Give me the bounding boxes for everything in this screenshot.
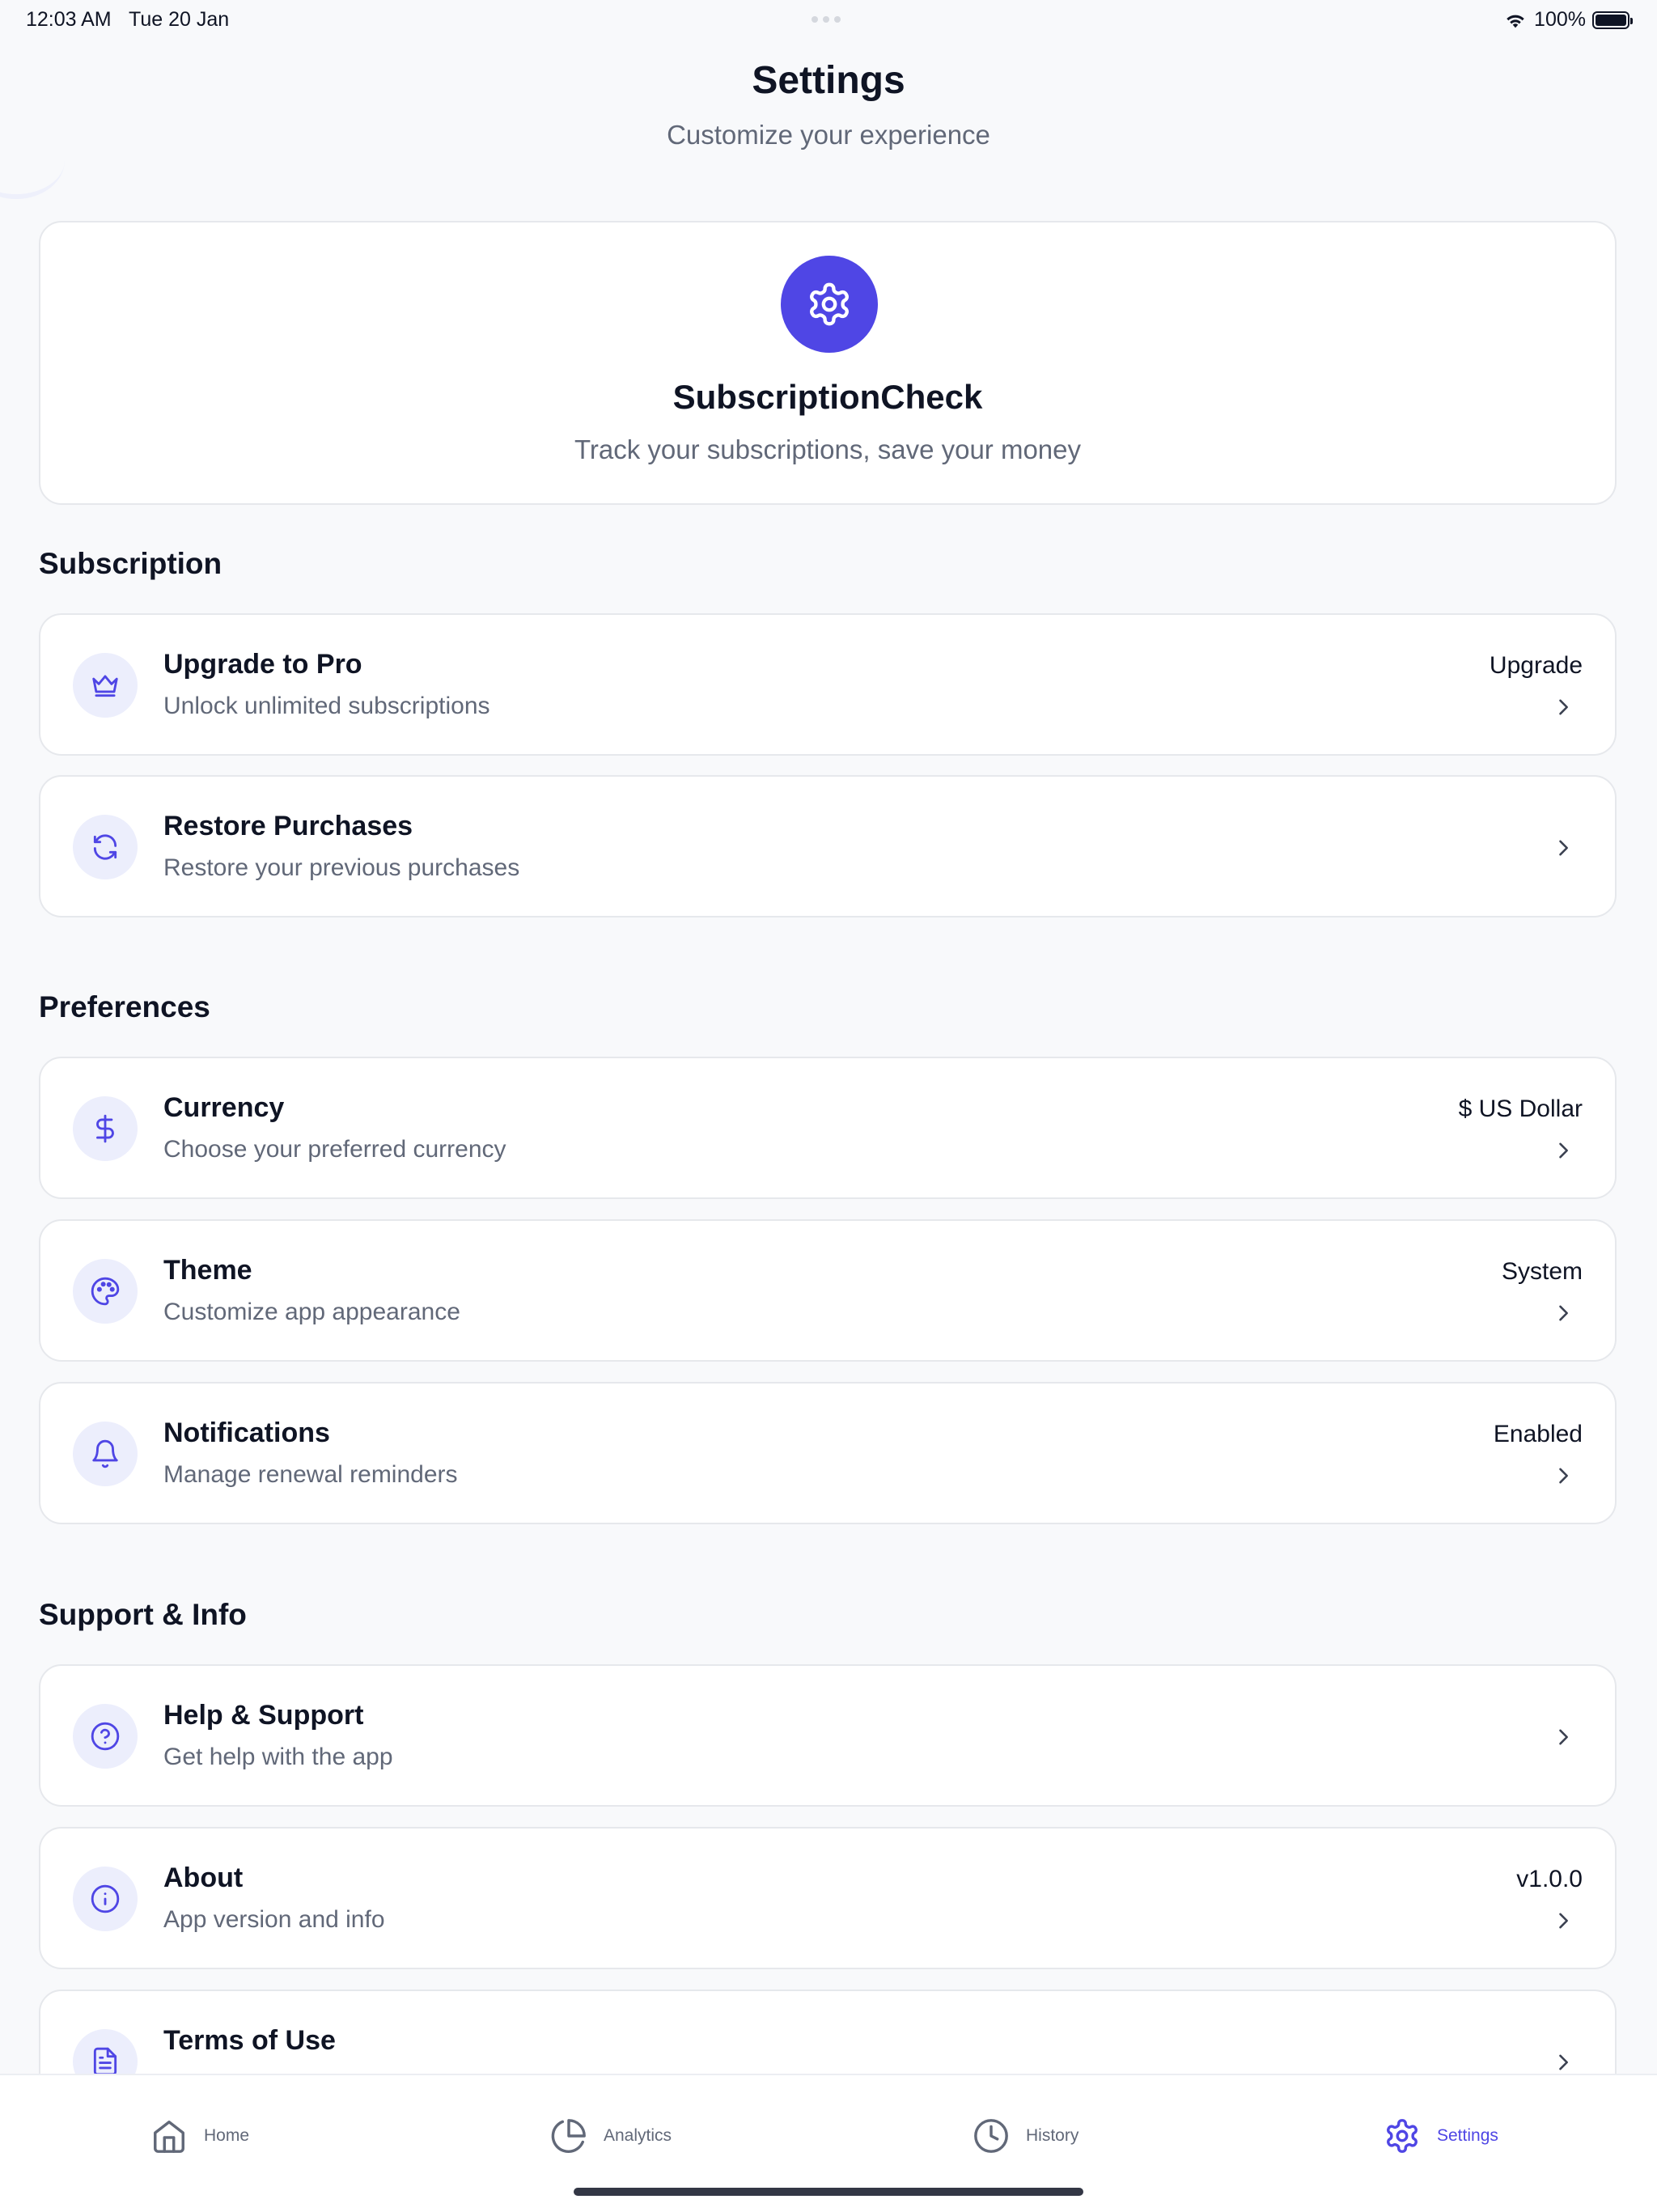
row-title: Notifications	[163, 1417, 330, 1448]
page-subtitle: Customize your experience	[667, 120, 990, 150]
chevron-right-icon	[1559, 1142, 1568, 1159]
tab-label: History	[1026, 2126, 1079, 2145]
row-icon-bg	[73, 1422, 138, 1486]
app-logo	[781, 256, 878, 353]
row-icon-bg	[73, 1259, 138, 1324]
row-icon-bg	[73, 815, 138, 879]
status-right: 100%	[1503, 8, 1633, 32]
tab-analytics[interactable]: Analytics	[550, 2117, 672, 2155]
tab-home[interactable]: Home	[150, 2117, 249, 2155]
section-title-subscription: Subscription	[39, 547, 222, 580]
pie-chart-icon	[551, 2119, 586, 2153]
home-indicator[interactable]	[574, 2188, 1083, 2196]
clock-icon	[974, 2119, 1008, 2153]
row-title: About	[163, 1862, 244, 1893]
tab-settings[interactable]: Settings	[1384, 2117, 1498, 2155]
row-currency[interactable]: Currency Choose your preferred currency …	[39, 1057, 1617, 1199]
page-title: Settings	[752, 59, 905, 102]
app-info-card: SubscriptionCheck Track your subscriptio…	[39, 221, 1617, 505]
tab-label: Home	[204, 2126, 250, 2145]
app-name: SubscriptionCheck	[672, 378, 983, 416]
chevron-right-icon	[1559, 1468, 1568, 1484]
chevron-right-icon	[1559, 840, 1568, 856]
crown-icon	[92, 675, 118, 697]
row-title: Theme	[163, 1255, 252, 1286]
battery-icon	[1592, 11, 1633, 29]
palette-icon	[91, 1277, 120, 1306]
row-title: Restore Purchases	[163, 811, 413, 841]
document-icon	[93, 2047, 117, 2076]
multitasking-dots[interactable]	[812, 16, 841, 23]
row-subtitle: Choose your preferred currency	[163, 1136, 506, 1163]
chevron-right-icon	[1559, 2054, 1568, 2070]
tab-history[interactable]: History	[973, 2117, 1079, 2155]
row-value: $ US Dollar	[1458, 1095, 1583, 1122]
battery-percent: 100%	[1534, 8, 1586, 31]
row-title: Currency	[163, 1092, 285, 1123]
tab-label: Analytics	[604, 2126, 672, 2145]
info-icon	[91, 1884, 120, 1913]
app-tagline: Track your subscriptions, save your mone…	[574, 434, 1082, 464]
row-title: Upgrade to Pro	[163, 649, 362, 680]
row-icon-bg	[73, 1096, 138, 1161]
gear-icon	[1387, 2119, 1418, 2153]
section-title-support: Support & Info	[39, 1598, 247, 1631]
row-icon-bg	[73, 1867, 138, 1931]
chevron-right-icon	[1559, 1913, 1568, 1929]
row-help-support[interactable]: Help & Support Get help with the app	[39, 1664, 1617, 1807]
row-subtitle: Customize app appearance	[163, 1299, 460, 1325]
home-icon	[154, 2121, 184, 2153]
row-value: Enabled	[1493, 1421, 1583, 1447]
help-circle-icon	[91, 1722, 120, 1751]
section-title-preferences: Preferences	[39, 990, 210, 1023]
bell-icon	[92, 1439, 118, 1468]
row-theme[interactable]: Theme Customize app appearance System	[39, 1219, 1617, 1362]
dollar-icon	[96, 1114, 114, 1143]
row-subtitle: Manage renewal reminders	[163, 1461, 458, 1488]
row-title: Terms of Use	[163, 2025, 336, 2056]
gear-icon	[810, 282, 849, 326]
refresh-icon	[93, 834, 117, 860]
row-about[interactable]: About App version and info v1.0.0	[39, 1827, 1617, 1969]
row-icon-bg	[73, 1704, 138, 1769]
wifi-icon	[1507, 15, 1524, 28]
chevron-right-icon	[1559, 1729, 1568, 1745]
status-bar: 12:03 AM Tue 20 Jan 100%	[0, 0, 1657, 39]
status-date: Tue 20 Jan	[129, 8, 230, 31]
row-icon-bg	[73, 653, 138, 718]
row-value: Upgrade	[1489, 652, 1583, 679]
row-restore-purchases[interactable]: Restore Purchases Restore your previous …	[39, 775, 1617, 917]
row-subtitle: App version and info	[163, 1906, 385, 1933]
row-value: v1.0.0	[1516, 1866, 1583, 1892]
row-subtitle: Unlock unlimited subscriptions	[163, 693, 490, 719]
chevron-right-icon	[1559, 699, 1568, 715]
row-subtitle: Get help with the app	[163, 1744, 393, 1770]
tab-label: Settings	[1437, 2126, 1498, 2145]
row-subtitle: Restore your previous purchases	[163, 854, 520, 881]
row-notifications[interactable]: Notifications Manage renewal reminders E…	[39, 1382, 1617, 1524]
row-value: System	[1501, 1258, 1583, 1285]
row-title: Help & Support	[163, 1700, 364, 1731]
row-upgrade-to-pro[interactable]: Upgrade to Pro Unlock unlimited subscrip…	[39, 613, 1617, 756]
chevron-right-icon	[1559, 1305, 1568, 1321]
status-time: 12:03 AM	[26, 8, 112, 31]
